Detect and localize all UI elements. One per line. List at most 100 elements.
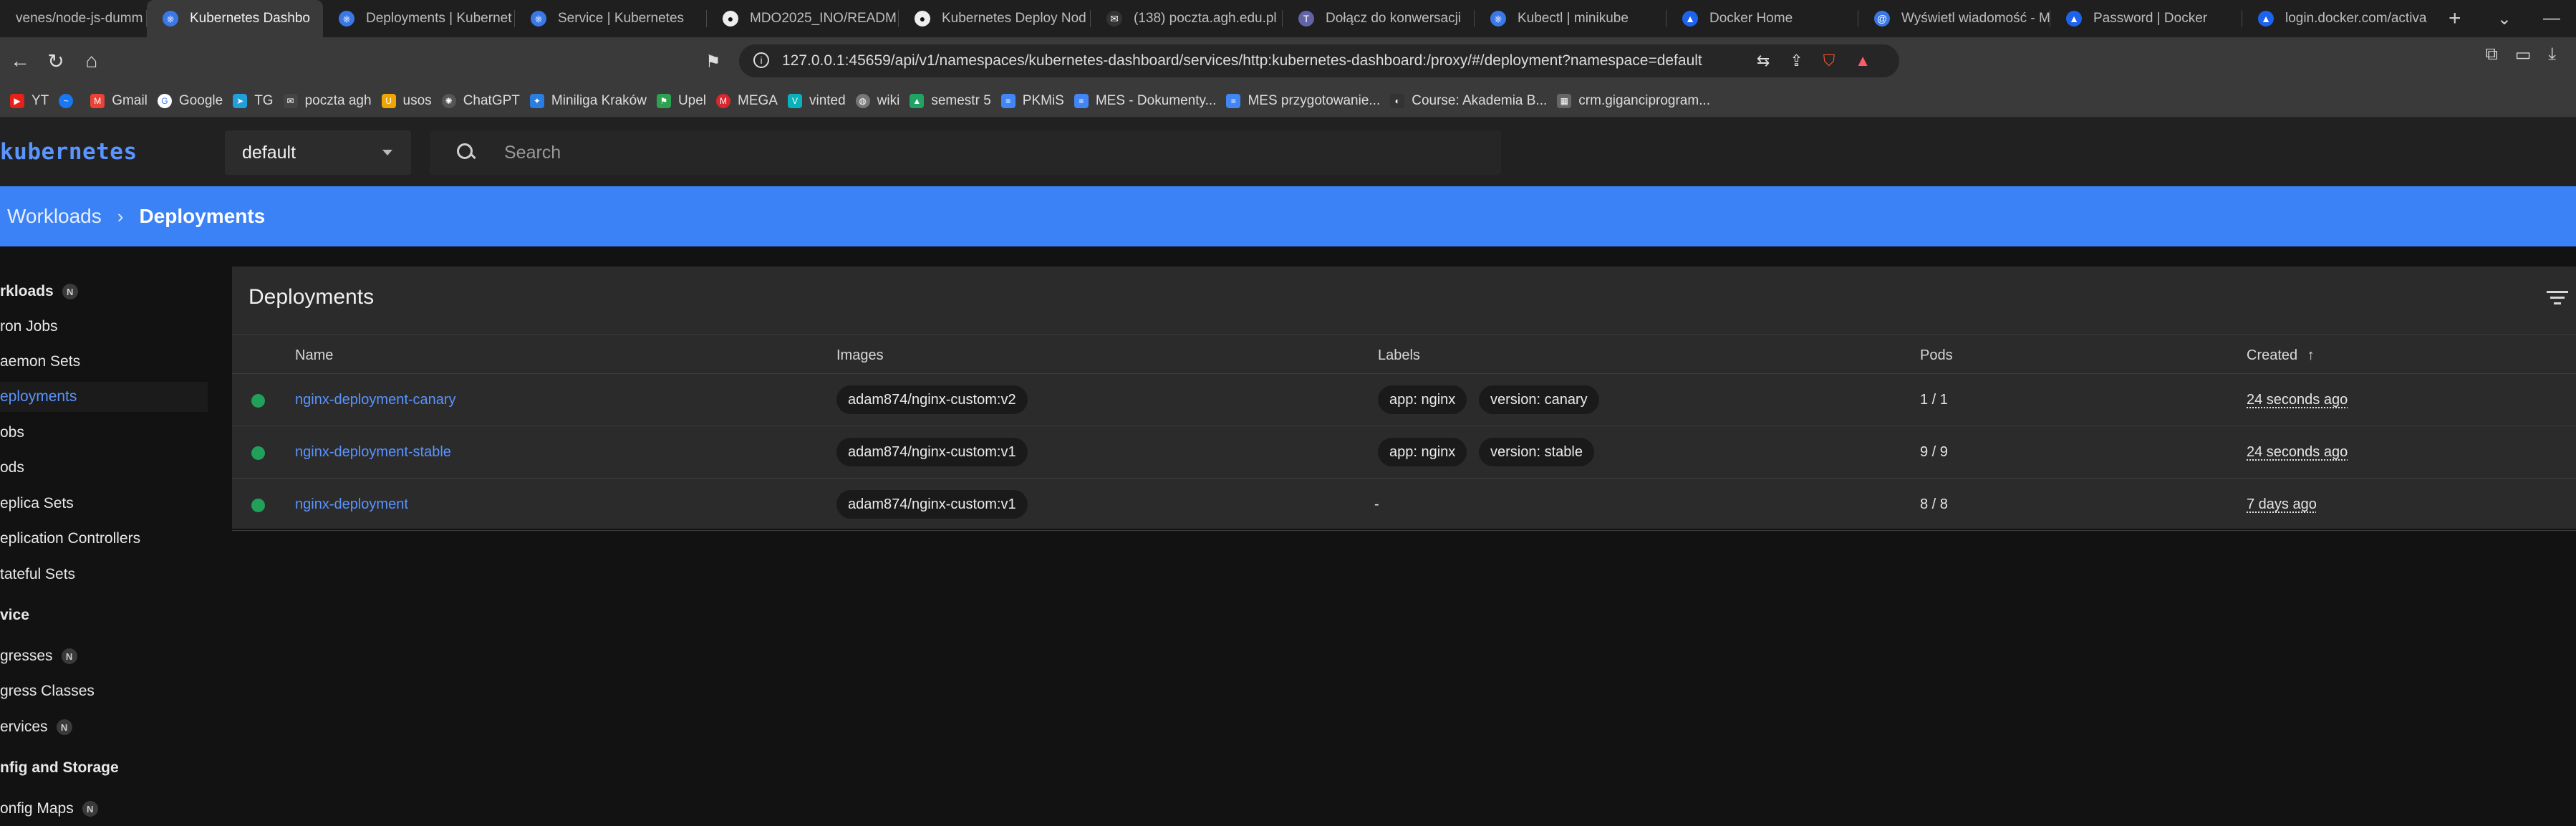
tab-poczta[interactable]: ✉ (138) poczta.agh.edu.pl	[1091, 0, 1283, 37]
namespace-value: default	[242, 142, 296, 163]
breadcrumb-workloads[interactable]: Workloads	[7, 205, 102, 228]
download-icon[interactable]: ⤓	[2548, 44, 2556, 65]
deployment-name-link[interactable]: nginx-deployment-canary	[295, 392, 456, 408]
tab-label: Service | Kubernetes	[558, 11, 685, 26]
sidebar-item-stateful-sets[interactable]: tateful Sets	[0, 560, 75, 590]
status-running-icon	[251, 394, 265, 408]
share-icon[interactable]: ⇪	[1790, 52, 1803, 70]
bookmark-yt[interactable]: ▶ YT	[10, 93, 49, 109]
extensions-icon[interactable]: ⧉	[2486, 44, 2498, 65]
bookmark-google[interactable]: G Google	[157, 93, 223, 109]
tab-password-docker[interactable]: ▲ Password | Docker	[2050, 0, 2242, 37]
sidebar-item-replication-controllers[interactable]: eplication Controllers	[0, 524, 140, 554]
column-created[interactable]: Created ↑	[2247, 347, 2315, 364]
column-name[interactable]: Name	[295, 347, 333, 364]
bookmark-crm[interactable]: ▦ crm.giganciprogram...	[1557, 93, 1710, 109]
tab-label: Kubectl | minikube	[1518, 11, 1629, 26]
bookmark-miniliga[interactable]: ✦ Miniliga Kraków	[529, 93, 647, 109]
tab-deployments[interactable]: ⎈ Deployments | Kubernet	[323, 0, 515, 37]
sidebar-item-deployments[interactable]: eployments	[0, 382, 208, 412]
sidebar-item-services[interactable]: ervices N	[0, 712, 72, 742]
mail-icon: ✉	[1106, 11, 1122, 27]
new-tab-icon[interactable]: +	[2434, 6, 2476, 31]
sidebar-item-config-maps[interactable]: onfig Maps N	[0, 794, 98, 824]
bookmark-mes-dokumenty[interactable]: ≡ MES - Dokumenty...	[1074, 93, 1216, 109]
sidebar-item-daemon-sets[interactable]: aemon Sets	[0, 347, 80, 377]
image-chip: adam874/nginx-custom:v1	[836, 490, 1028, 519]
tab-label: venes/node-js-dumm	[16, 11, 143, 26]
bookmark-pkmis[interactable]: ≡ PKMiS	[1000, 93, 1064, 109]
bookmark-gmail[interactable]: M Gmail	[90, 93, 148, 109]
sidebar-icon[interactable]: ▭	[2515, 44, 2532, 65]
sidebar-item-jobs[interactable]: obs	[0, 418, 24, 448]
deployment-name-link[interactable]: nginx-deployment	[295, 496, 408, 513]
url-field[interactable]: i 127.0.0.1:45659/api/v1/namespaces/kube…	[739, 44, 1899, 77]
namespace-selector[interactable]: default	[225, 130, 411, 175]
bookmark-chatgpt[interactable]: ✺ ChatGPT	[441, 93, 520, 109]
created-time: 7 days ago	[2247, 496, 2317, 512]
tab-docker-home[interactable]: ▲ Docker Home	[1666, 0, 1858, 37]
tab-wiadomosc[interactable]: @ Wyświetl wiadomość - M	[1858, 0, 2050, 37]
chatgpt-icon: ✺	[441, 93, 456, 108]
search-input[interactable]	[504, 142, 1435, 163]
sidebar-item-service[interactable]: vice	[0, 600, 29, 630]
bookmark-messenger[interactable]: ~	[59, 93, 80, 108]
column-labels: Labels	[1378, 347, 1420, 363]
chevron-down-icon[interactable]: ⌄	[2481, 9, 2527, 29]
new-badge: N	[82, 801, 98, 817]
sidebar-item-cron-jobs[interactable]: ron Jobs	[0, 312, 58, 342]
bookmark-course[interactable]: ◐ Course: Akademia B...	[1390, 93, 1547, 109]
bookmark-wiki[interactable]: ◍ wiki	[855, 93, 899, 109]
bookmark-semestr[interactable]: ▲ semestr 5	[910, 93, 991, 109]
created-time: 24 seconds ago	[2247, 444, 2348, 460]
kubernetes-logo[interactable]: kubernetes	[0, 139, 138, 165]
sidebar-item-workloads[interactable]: rkloads N	[0, 277, 78, 307]
search-icon	[455, 142, 477, 163]
bookmark-vinted[interactable]: Vvinted	[787, 93, 846, 109]
sort-arrow-up-icon: ↑	[2307, 347, 2315, 363]
bookmark-tg[interactable]: ➤ TG	[233, 93, 274, 109]
search-bar[interactable]	[430, 130, 1501, 175]
tab-login-docker[interactable]: ▲ login.docker.com/activa	[2242, 0, 2434, 37]
crm-icon: ▦	[1557, 93, 1572, 108]
deployment-name-link[interactable]: nginx-deployment-stable	[295, 444, 451, 461]
bookmarks-bar: ▶ YT ~ M Gmail G Google ➤ TG ✉ poczta agh Uus…	[0, 85, 2576, 117]
sidebar-item-ingress-classes[interactable]: gress Classes	[0, 676, 95, 706]
filter-icon[interactable]	[2546, 291, 2569, 308]
back-icon[interactable]: ←	[4, 45, 36, 77]
bookmark-poczta-agh[interactable]: ✉ poczta agh	[283, 93, 372, 109]
tab-mdo2025[interactable]: ● MDO2025_INO/READM	[707, 0, 899, 37]
docs-icon: ≡	[1226, 93, 1241, 108]
mail-icon: @	[1874, 11, 1890, 27]
miniliga-icon: ✦	[529, 93, 544, 108]
sidebar-item-config-storage[interactable]: nfig and Storage	[0, 753, 119, 783]
brave-shield-icon[interactable]: ⛉	[1823, 52, 1835, 70]
upel-icon: ⚑	[656, 93, 671, 108]
bookmark-mega[interactable]: M MEGA	[716, 93, 778, 109]
sidebar-item-pods[interactable]: ods	[0, 453, 24, 483]
sidebar-item-ingresses[interactable]: gresses N	[0, 641, 77, 671]
tab-label: Password | Docker	[2093, 11, 2208, 26]
tab-teams[interactable]: T Dołącz do konwersacji	[1283, 0, 1475, 37]
tab-kubernetes-dashboard[interactable]: ⎈ Kubernetes Dashbo ×	[147, 0, 323, 37]
bookmark-mes-przygotowanie[interactable]: ≡ MES przygotowanie...	[1226, 93, 1380, 109]
translate-icon[interactable]: ⇆	[1757, 52, 1770, 70]
breadcrumb: Workloads › Deployments	[0, 186, 2576, 246]
mail-icon: ✉	[283, 93, 298, 108]
bookmark-icon[interactable]: ⚑	[705, 52, 721, 72]
bookmark-usos[interactable]: Uusos	[381, 93, 432, 109]
gmail-icon: M	[90, 93, 105, 108]
tab-kubernetes-deploy[interactable]: ● Kubernetes Deploy Nod	[899, 0, 1091, 37]
docs-icon: ≡	[1074, 93, 1089, 108]
brave-rewards-icon[interactable]: ▲	[1855, 52, 1871, 70]
home-icon[interactable]: ⌂	[76, 45, 107, 77]
reload-icon[interactable]: ↻	[40, 45, 72, 77]
tab-node-js[interactable]: venes/node-js-dumm	[0, 0, 147, 37]
minimize-icon[interactable]: —	[2527, 9, 2576, 29]
tab-minikube[interactable]: ⎈ Kubectl | minikube	[1475, 0, 1666, 37]
site-info-icon[interactable]: i	[753, 52, 769, 68]
tab-service[interactable]: ⎈ Service | Kubernetes	[515, 0, 707, 37]
bookmark-upel[interactable]: ⚑ Upel	[656, 93, 706, 109]
table-row: nginx-deployment-stable adam874/nginx-cu…	[232, 426, 2576, 479]
sidebar-item-replica-sets[interactable]: eplica Sets	[0, 489, 74, 519]
